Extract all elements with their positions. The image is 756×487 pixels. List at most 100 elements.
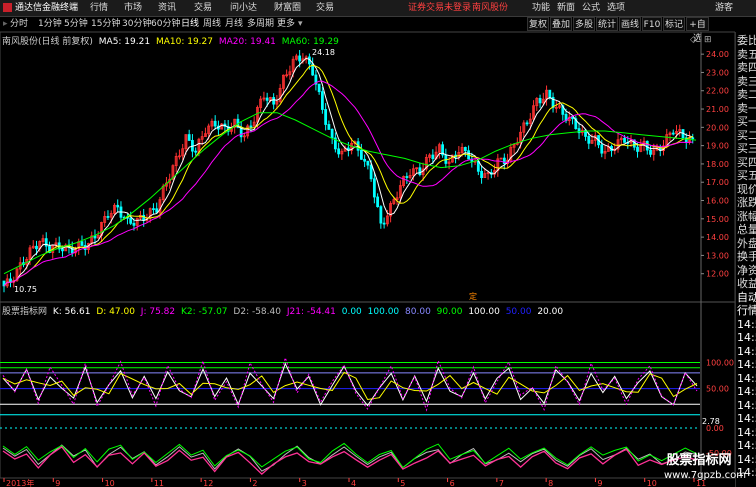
side-panel-item[interactable]: 行情 xyxy=(737,304,756,318)
chart-frame xyxy=(0,31,735,479)
watermark: 股票指标网 www.7gpzb.com xyxy=(664,452,746,486)
side-panel-item: 买三 xyxy=(737,142,756,155)
price-tick-label: 22.00 xyxy=(706,87,729,96)
price-tick-label: 17.00 xyxy=(706,178,729,187)
side-panel-item: 现价 xyxy=(737,182,756,196)
candle-body xyxy=(194,150,198,153)
candle-body xyxy=(324,109,328,125)
candle-body xyxy=(431,154,435,160)
side-panel-item[interactable]: 14:5 xyxy=(737,372,756,386)
date-label: 5 xyxy=(400,479,405,487)
ind-tick-label: 100.00 xyxy=(706,358,734,367)
side-panel-item: 卖一 xyxy=(737,101,756,115)
cursor-readout: 2.78 xyxy=(702,417,720,426)
side-panel-item: 买一 xyxy=(737,115,756,128)
price-tick-label: 19.00 xyxy=(706,142,729,151)
side-panel-item: 收益 xyxy=(737,277,756,290)
watermark-title: 股票指标网 xyxy=(666,453,732,468)
candle-body xyxy=(587,135,591,144)
ind-ref-50: 50.00 xyxy=(505,307,532,317)
price-tick-label: 12.00 xyxy=(706,270,729,279)
indicator-header: 股票指标网 K: 56.61 D: 47.00 J: 75.82 K2: -57… xyxy=(2,304,566,317)
candle-body xyxy=(623,137,626,143)
event-marker[interactable]: 定 xyxy=(469,291,477,301)
side-panel-item: 卖二 xyxy=(737,88,756,101)
high-price-label: 24.18 xyxy=(312,48,335,57)
ind-k: K: 56.61 xyxy=(52,307,91,317)
candle-body xyxy=(379,206,383,224)
candle-body xyxy=(327,124,331,130)
candle-body xyxy=(600,144,604,154)
kline-chart[interactable]: 24.0023.0022.0021.0020.0019.0018.0017.00… xyxy=(0,0,735,487)
main-chart-header: 南风股份(日线 前复权) MA5: 19.21 MA10: 19.27 MA20… xyxy=(2,34,342,47)
candle-body xyxy=(116,204,120,208)
candle-body xyxy=(548,89,552,98)
candle-body xyxy=(93,235,97,239)
candle-body xyxy=(330,129,334,139)
indicator-lines xyxy=(0,356,700,475)
price-tick-label: 16.00 xyxy=(706,197,729,206)
j-line xyxy=(2,356,698,412)
side-panel-item: 卖五 xyxy=(737,47,756,61)
main-chart-title: 南风股份(日线 前复权) xyxy=(2,37,93,47)
ma5-label: MA5: 19.21 xyxy=(98,37,151,47)
candle-body xyxy=(129,217,133,224)
chart-expand-icon[interactable]: ⊞ xyxy=(704,35,712,45)
ind-ref-0: 0.00 xyxy=(341,307,362,317)
candle-body xyxy=(691,137,695,140)
side-panel-item[interactable]: 14:5 xyxy=(737,426,756,440)
k-line xyxy=(2,362,698,407)
candle-body xyxy=(272,97,276,105)
side-panel-item[interactable]: 14:5 xyxy=(737,453,756,467)
chart-border xyxy=(0,31,735,479)
ind-d2: D2: -58.40 xyxy=(233,307,281,317)
date-label: 7 xyxy=(499,479,504,487)
side-panel-item[interactable]: 14:5 xyxy=(737,385,756,399)
side-panel-item[interactable]: 14:5 xyxy=(737,331,756,345)
chart-settings-icon[interactable]: ◇ xyxy=(690,35,697,45)
indicator-axis: 100.0050.000.00-50.00 xyxy=(706,358,734,458)
side-panel-item: 涨跌 xyxy=(737,196,756,209)
side-panel-item[interactable]: 14:5 xyxy=(737,358,756,372)
candle-body xyxy=(382,222,386,225)
candle-body xyxy=(320,91,324,110)
ma10-label: MA10: 19.27 xyxy=(155,37,213,47)
candle-body xyxy=(480,170,483,179)
date-label: 2 xyxy=(252,479,257,487)
ind-ref-100a: 100.00 xyxy=(367,307,400,317)
side-panel-item[interactable]: 14:5 xyxy=(737,318,756,332)
price-tick-label: 15.00 xyxy=(706,215,729,224)
candle-body xyxy=(61,248,64,252)
side-panel-item[interactable]: 14:5 xyxy=(737,399,756,413)
side-panel-item[interactable]: 14:5 xyxy=(737,439,756,453)
candle-body xyxy=(645,140,649,151)
indicator-name[interactable]: 股票指标网 xyxy=(2,307,47,317)
candle-body xyxy=(152,208,155,211)
candlestick-series xyxy=(2,50,695,293)
candle-body xyxy=(418,167,422,176)
ind-j21: J21: -54.41 xyxy=(286,307,336,317)
candle-body xyxy=(265,97,269,101)
side-panel-item[interactable]: 14:5 xyxy=(737,345,756,359)
ma5-line xyxy=(3,57,693,287)
candle-body xyxy=(187,134,191,141)
ma10-line xyxy=(3,64,693,287)
date-label: 12 xyxy=(203,479,213,487)
candle-body xyxy=(35,245,38,250)
side-panel-item[interactable]: 自动 xyxy=(737,291,756,305)
price-tick-label: 14.00 xyxy=(706,233,729,242)
candle-body xyxy=(571,116,574,120)
side-panel-item: 换手 xyxy=(737,250,756,263)
date-label: 10 xyxy=(105,479,115,487)
candle-body xyxy=(366,160,370,166)
watermark-url: www.7gpzb.com xyxy=(664,470,746,481)
candle-body xyxy=(298,55,302,62)
candle-body xyxy=(405,176,409,178)
ind-ref-90: 90.00 xyxy=(436,307,463,317)
ma-lines xyxy=(3,57,697,287)
price-tick-label: 21.00 xyxy=(706,105,729,114)
low-price-label: 10.75 xyxy=(14,285,37,294)
side-panel-item[interactable]: 14:5 xyxy=(737,412,756,426)
side-panel-item: 总量 xyxy=(737,223,756,236)
price-tick-label: 13.00 xyxy=(706,251,729,260)
